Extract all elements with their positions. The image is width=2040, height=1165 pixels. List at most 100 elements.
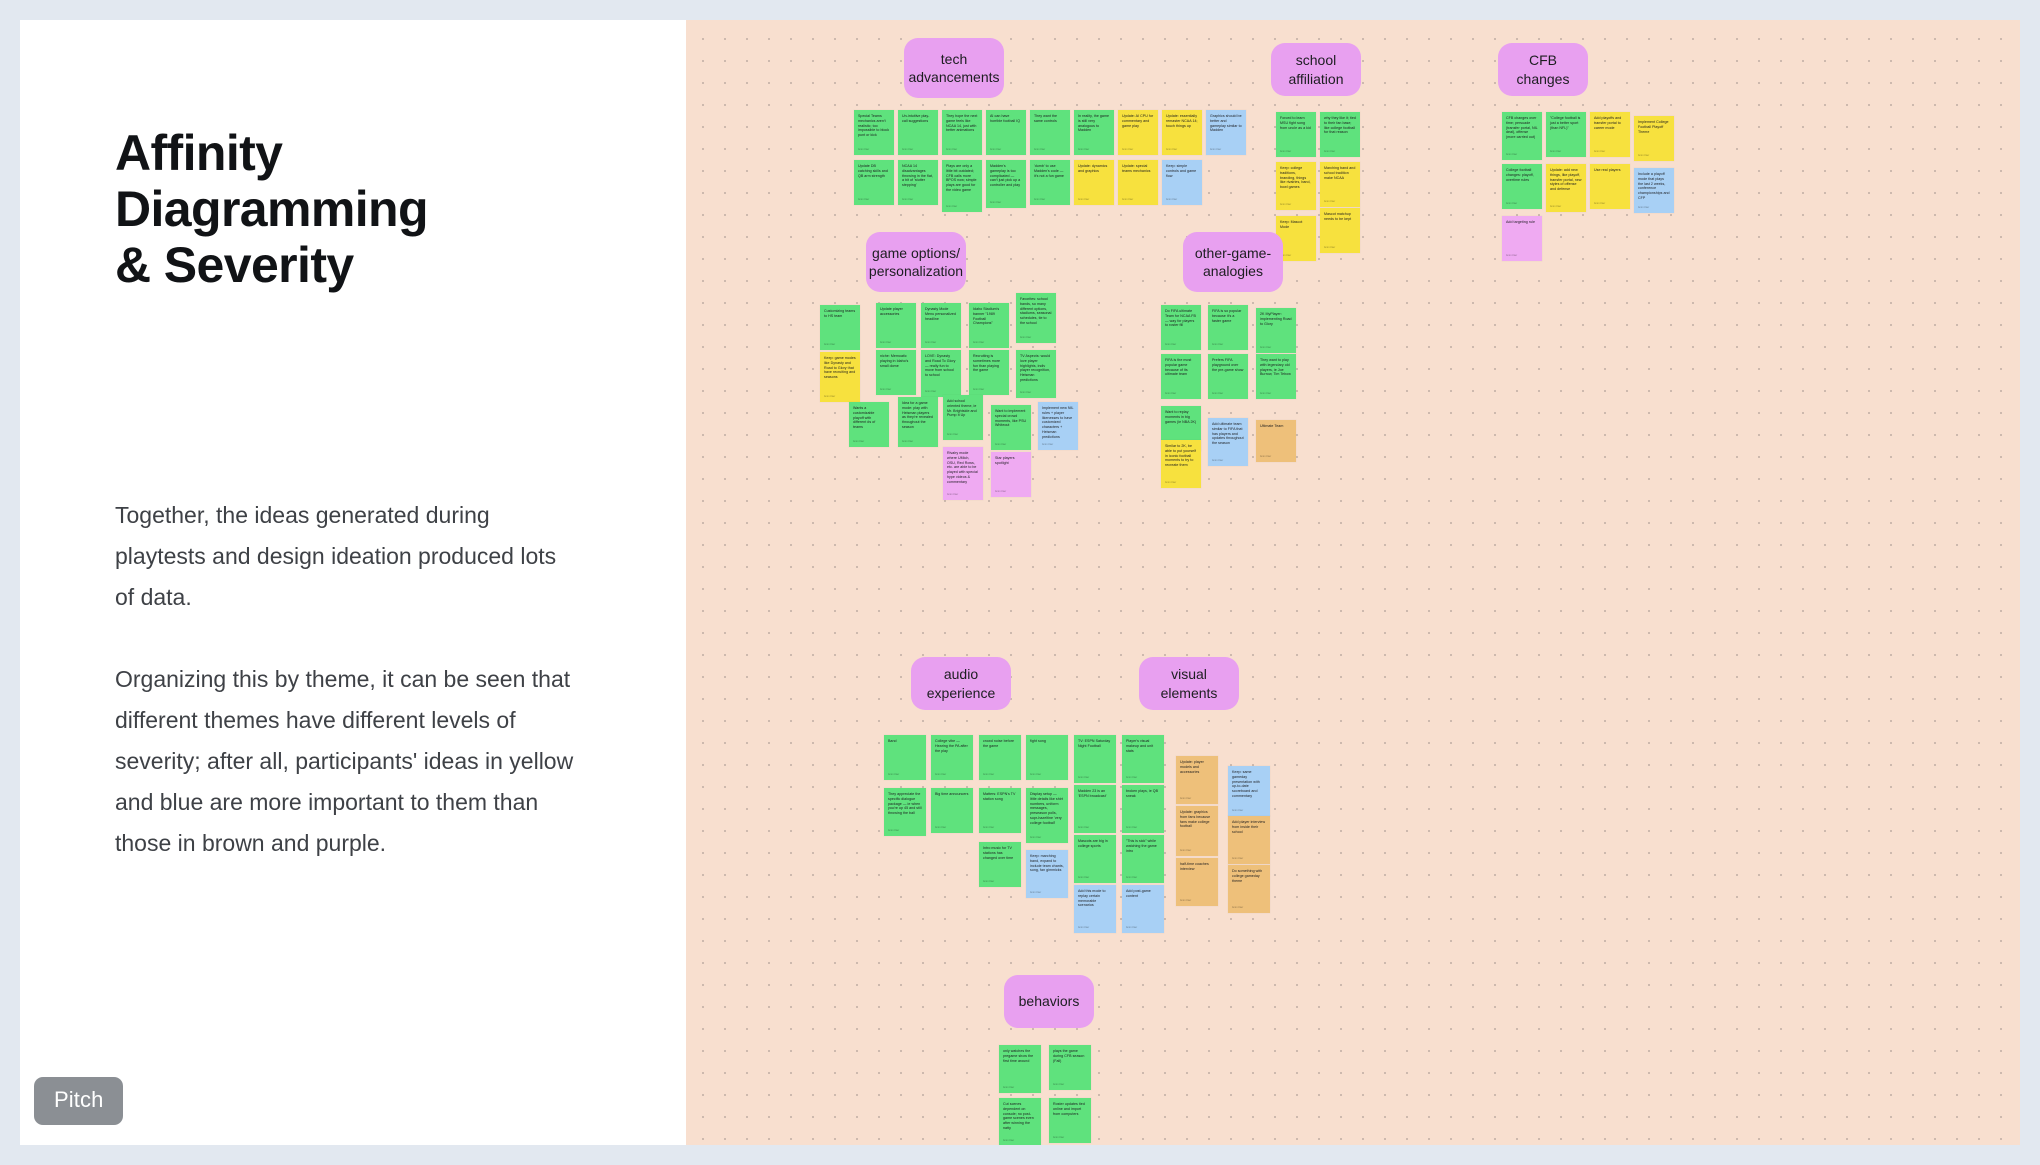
sticky-note[interactable]: Madden's gameplay is too complicated — c… [986, 160, 1026, 208]
sticky-note[interactable]: Forced to learn MSU fight song from uncl… [1276, 112, 1316, 157]
sticky-note[interactable]: Keep: same gameday presentation with up-… [1228, 766, 1270, 816]
sticky-note[interactable]: Update: graphics from fans because fans … [1176, 806, 1218, 856]
sticky-note[interactable]: TV: ESPN Saturday Night Football Anon Use… [1074, 735, 1116, 783]
sticky-note[interactable]: FIFA is so popular because it's a faster… [1208, 305, 1248, 350]
sticky-note[interactable]: College football changes: playoff, overt… [1502, 164, 1542, 209]
sticky-note[interactable]: 'dumb' to use Madden's code — it's not a… [1030, 160, 1070, 205]
sticky-note[interactable]: Update: add new things, like playoff, tr… [1546, 164, 1586, 212]
sticky-note[interactable]: fight song Anon User [1026, 735, 1068, 780]
sticky-note[interactable]: Keep: college traditions, branding, thin… [1276, 162, 1316, 210]
sticky-note-author: Anon User [1020, 337, 1032, 340]
sticky-note[interactable]: NCAA 14 disadvantages throwing in the fl… [898, 160, 938, 205]
sticky-note[interactable]: "This is sick" while watching the game i… [1122, 835, 1164, 883]
cluster-header-game-options[interactable]: game options/ personalization [866, 232, 966, 292]
sticky-note[interactable]: Update: player models and accessories Ano… [1176, 756, 1218, 804]
sticky-note[interactable]: only watches the pregame show the first … [999, 1045, 1041, 1093]
sticky-note[interactable]: Un-intuitive play-call suggestions Anon U… [898, 110, 938, 155]
sticky-note[interactable]: They appreciate the specific dialogue pa… [884, 788, 926, 836]
sticky-note[interactable]: CFB changes over time; persuade (transfe… [1502, 112, 1542, 160]
sticky-note[interactable]: plays the game during CFB season (Fall) A… [1049, 1045, 1091, 1090]
sticky-note-text: Do FIFA ultimate Team for NCAA FB — way … [1165, 309, 1196, 328]
sticky-note[interactable]: Madden 23 is an 'ESPN broadcast' Anon Use… [1074, 785, 1116, 833]
sticky-note[interactable]: Customizing teams to HS team Anon User [820, 305, 860, 350]
sticky-note[interactable]: Add post-game content Anon User [1122, 885, 1164, 933]
sticky-note[interactable]: Graphics should be better and gameplay s… [1206, 110, 1246, 155]
sticky-note[interactable]: Idea for a game mode: play with Heisman … [898, 397, 938, 447]
sticky-note[interactable]: Add targeting rule Anon User [1502, 216, 1542, 261]
sticky-note[interactable]: Update: special teams mechanics Anon User [1118, 160, 1158, 205]
cluster-header-visual-elements[interactable]: visual elements [1139, 657, 1239, 710]
sticky-note[interactable]: Cut scenes dependent on console; no post… [999, 1098, 1041, 1145]
sticky-note[interactable]: half-time coaches interview Anon User [1176, 858, 1218, 906]
sticky-note[interactable]: TV Aspects: would love player highlights… [1016, 350, 1056, 398]
sticky-note[interactable]: Ultimate Team Anon User [1256, 420, 1296, 462]
sticky-note[interactable]: Idaho Stadium's banner "1989 Football Ch… [969, 303, 1009, 348]
sticky-note[interactable]: Add player interview from inside their s… [1228, 816, 1270, 864]
sticky-note[interactable]: 2K MyPlayer: implementing Road to Glory A… [1256, 308, 1296, 353]
sticky-note[interactable]: Roster updates tied online and import fr… [1049, 1098, 1091, 1143]
sticky-note[interactable]: Matters: ESPN's TV station song Anon User [979, 788, 1021, 833]
sticky-note[interactable]: Special Teams mechanics aren't realistic… [854, 110, 894, 155]
sticky-note[interactable]: Implement new NIL rules + player likenes… [1038, 402, 1078, 450]
sticky-note[interactable]: Do FIFA ultimate Team for NCAA FB — way … [1161, 305, 1201, 350]
cluster-header-school-affiliation[interactable]: school affiliation [1271, 43, 1361, 96]
sticky-note-author: Anon User [1053, 1137, 1065, 1140]
sticky-note[interactable]: Do something with college gameday theme A… [1228, 865, 1270, 913]
sticky-note[interactable]: Similar to 2K, be able to put yourself i… [1161, 440, 1201, 488]
sticky-note[interactable]: College vibe — Hearing the PA after the … [931, 735, 973, 780]
sticky-note[interactable]: LOVE: Dynasty and Road To Glory — really… [921, 350, 961, 397]
sticky-note[interactable]: Mascot matchup needs to be kept Anon User [1320, 208, 1360, 253]
cluster-header-tech-advancements[interactable]: tech advancements [904, 38, 1004, 98]
sticky-note[interactable]: Add ultimate team similar to FIFA that h… [1208, 418, 1248, 466]
sticky-note-author: Anon User [973, 342, 985, 345]
cluster-header-audio-experience[interactable]: audio experience [911, 657, 1011, 710]
sticky-note[interactable]: FIFA is the most popular game because of… [1161, 354, 1201, 399]
sticky-note[interactable]: niche: Memoatic playing in Idaho's small… [876, 350, 916, 395]
sticky-note[interactable]: Rivalry mode where UMich, OSU, Red Rows,… [943, 447, 983, 500]
sticky-note[interactable]: They want to play with legendary old pla… [1256, 354, 1296, 399]
sticky-note[interactable]: AI can have horrible football IQ Anon Use… [986, 110, 1026, 155]
sticky-note[interactable]: Display setup — little details like shir… [1026, 788, 1068, 843]
sticky-note[interactable]: Prefers FIFA playground over the pre-gam… [1208, 354, 1248, 399]
sticky-note[interactable]: Mascots are big in college sports Anon Us… [1074, 835, 1116, 883]
sticky-note[interactable]: Keep: simple controls and game flow Anon … [1162, 160, 1202, 205]
sticky-note[interactable]: Add playoffs and transfer portal to care… [1590, 112, 1630, 157]
sticky-note[interactable]: Keep: game modes like Dynasty and Road t… [820, 352, 860, 402]
sticky-note[interactable]: Dynasty Mode Menu personalized headline A… [921, 303, 961, 348]
sticky-note[interactable]: why they like it; tied to their fan base… [1320, 112, 1360, 157]
sticky-note[interactable]: Marching band and school tradition make … [1320, 162, 1360, 207]
sticky-note[interactable]: Update: dynamics and graphics Anon User [1074, 160, 1114, 205]
sticky-note[interactable]: Wants a customizable playoff with differ… [849, 402, 889, 447]
sticky-note[interactable]: They want the same controls Anon User [1030, 110, 1070, 155]
sticky-note[interactable]: Player's visual makeup and unit stats Ano… [1122, 735, 1164, 783]
sticky-note[interactable]: Plays are only a little bit outdated; CF… [942, 160, 982, 212]
sticky-note[interactable]: They hope the next game feels like NCAA … [942, 110, 982, 155]
sticky-note[interactable]: broken plays, ie QB sneak Anon User [1122, 785, 1164, 833]
sticky-note[interactable]: Update player accessories Anon User [876, 303, 916, 348]
affinity-board[interactable]: tech advancements Special Teams mechanics… [686, 20, 2020, 1145]
sticky-note-author: Anon User [1020, 392, 1032, 395]
sticky-note[interactable]: Intro music for TV stations has changed … [979, 842, 1021, 887]
cluster-header-behaviors[interactable]: behaviors [1004, 975, 1094, 1028]
sticky-note[interactable]: Update DB catching skills and QB arm str… [854, 160, 894, 205]
sticky-note[interactable]: Big time announcers Anon User [931, 788, 973, 833]
sticky-note[interactable]: Want to implement special crowd moments,… [991, 405, 1031, 450]
sticky-note[interactable]: Keep: marching band, expand to include t… [1026, 850, 1068, 898]
sticky-note[interactable]: Recruiting is sometimes more fun than pl… [969, 350, 1009, 395]
sticky-note[interactable]: Use real players Anon User [1590, 164, 1630, 209]
sticky-note[interactable]: In reality, the game is still very analo… [1074, 110, 1114, 155]
sticky-note[interactable]: Add this mode to replay certain memorabl… [1074, 885, 1116, 933]
sticky-note[interactable]: Favorites: school bands, so many differe… [1016, 293, 1056, 343]
sticky-note[interactable]: Update: AI CPU for commentary and game p… [1118, 110, 1158, 155]
sticky-note[interactable]: Implement College Football Playoff Theme… [1634, 116, 1674, 161]
sticky-note[interactable]: Update: essentially remaster NCAA 14; to… [1162, 110, 1202, 155]
sticky-note[interactable]: Include a playoff mode that plays the la… [1634, 168, 1674, 213]
sticky-note[interactable]: crowd noise before the game Anon User [979, 735, 1021, 780]
pitch-badge[interactable]: Pitch [34, 1077, 124, 1125]
sticky-note[interactable]: "College football is just a better sport… [1546, 112, 1586, 157]
sticky-note[interactable]: Star players spotlight Anon User [991, 452, 1031, 497]
sticky-note[interactable]: Add school oriented theme, ie Mr. Bright… [943, 395, 983, 440]
cluster-header-other-game-analogies[interactable]: other-game- analogies [1183, 232, 1283, 292]
cluster-header-cfb-changes[interactable]: CFB changes [1498, 43, 1588, 96]
sticky-note[interactable]: Band Anon User [884, 735, 926, 780]
